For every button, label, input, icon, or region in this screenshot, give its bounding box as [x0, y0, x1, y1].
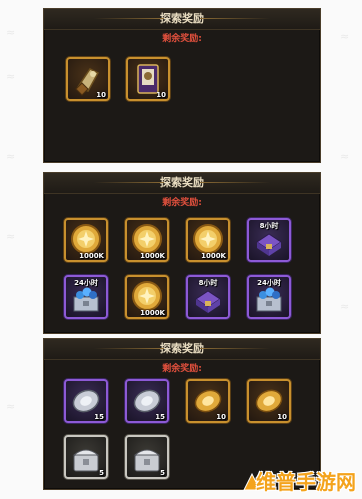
reward-panel-2: 探索奖励 剩余奖励: 1000K 1000K 1000K 8小时 24小时 10… — [43, 172, 321, 334]
reward-item[interactable]: 8小时 — [247, 218, 291, 262]
item-quantity: 10 — [277, 413, 287, 421]
panel-subtitle: 剩余奖励: — [162, 364, 202, 374]
item-quantity: 1000K — [79, 252, 104, 260]
reward-item[interactable]: 1000K — [125, 275, 169, 319]
panel-title: 探索奖励 — [44, 173, 320, 194]
reward-item[interactable]: 8小时 — [186, 275, 230, 319]
item-quantity: 10 — [96, 91, 106, 99]
reward-item[interactable]: 15 — [125, 379, 169, 423]
item-quantity: 1000K — [140, 309, 165, 317]
reward-panel-1: 探索奖励 剩余奖励: 10 10 — [43, 8, 321, 163]
item-quantity: 15 — [155, 413, 165, 421]
item-quantity: 10 — [216, 413, 226, 421]
reward-item[interactable]: 10 — [186, 379, 230, 423]
item-quantity: 5 — [99, 469, 104, 477]
item-quantity: 5 — [160, 469, 165, 477]
reward-item[interactable]: 5 — [64, 435, 108, 479]
duration-tag: 24小时 — [74, 279, 98, 287]
reward-item[interactable]: 15 — [64, 379, 108, 423]
panel-subtitle: 剩余奖励: — [162, 198, 202, 208]
item-quantity: 1000K — [201, 252, 226, 260]
reward-item[interactable]: 10 — [126, 57, 170, 101]
reward-item[interactable]: 24小时 — [247, 275, 291, 319]
item-quantity: 1000K — [140, 252, 165, 260]
watermark-text: 维普手游网 — [256, 470, 356, 494]
reward-item[interactable]: 1000K — [64, 218, 108, 262]
item-quantity: 10 — [156, 91, 166, 99]
item-quantity: 15 — [94, 413, 104, 421]
reward-item[interactable]: 1000K — [186, 218, 230, 262]
reward-item[interactable]: 10 — [66, 57, 110, 101]
duration-tag: 8小时 — [198, 279, 218, 287]
reward-item[interactable]: 10 — [247, 379, 291, 423]
faded-background-text — [116, 113, 306, 151]
panel-subtitle: 剩余奖励: — [162, 34, 202, 44]
panel-title: 探索奖励 — [44, 9, 320, 30]
reward-item[interactable]: 24小时 — [64, 275, 108, 319]
reward-item[interactable]: 5 — [125, 435, 169, 479]
duration-tag: 8小时 — [259, 222, 279, 230]
reward-item[interactable]: 1000K — [125, 218, 169, 262]
duration-tag: 24小时 — [257, 279, 281, 287]
panel-title: 探索奖励 — [44, 339, 320, 360]
